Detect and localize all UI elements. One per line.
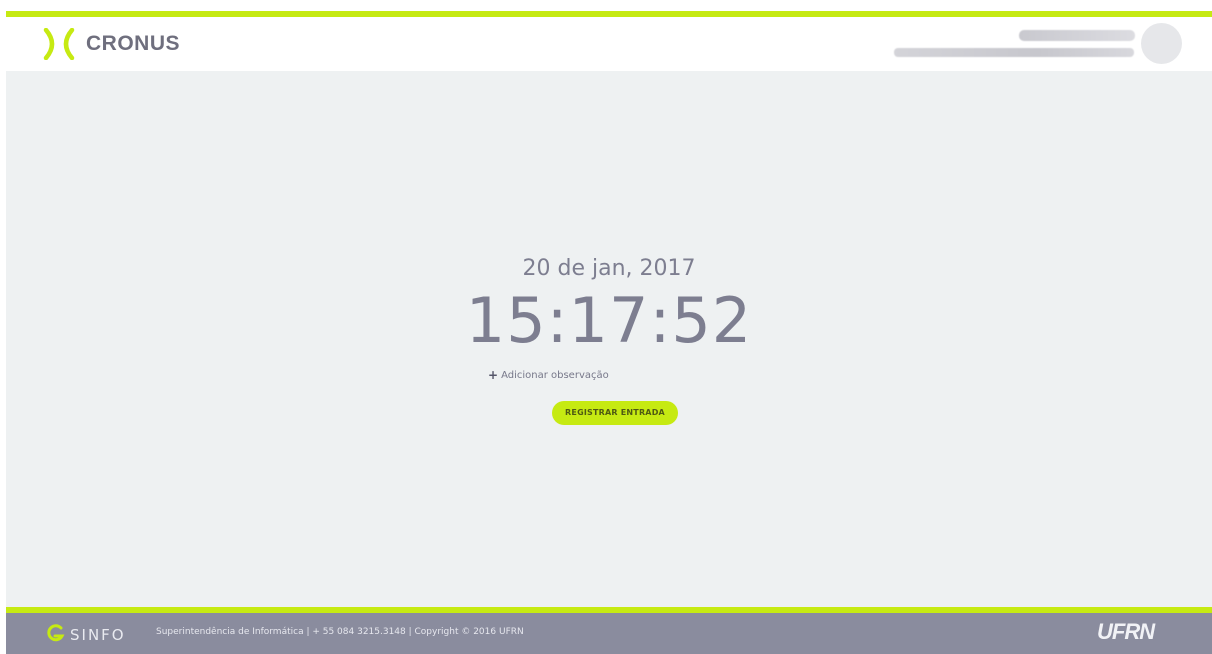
sinfo-logo-icon — [44, 623, 66, 647]
register-entry-button[interactable]: REGISTRAR ENTRADA — [552, 401, 678, 425]
app-frame: CRONUS 20 de jan, 2017 15:17:52 + Adicio… — [6, 11, 1212, 654]
header: CRONUS — [6, 17, 1212, 71]
add-note-label: Adicionar observação — [501, 369, 609, 381]
sinfo-logo: SINFO — [44, 623, 126, 647]
user-details-redacted — [894, 48, 1134, 57]
plus-icon: + — [488, 368, 499, 382]
user-name-redacted — [1019, 30, 1135, 41]
app-logo[interactable]: CRONUS — [42, 27, 180, 61]
user-avatar[interactable] — [1141, 23, 1182, 64]
sinfo-label: SINFO — [70, 626, 126, 644]
ufrn-logo: UFRN — [1097, 619, 1155, 644]
main-content: 20 de jan, 2017 15:17:52 + Adicionar obs… — [6, 71, 1212, 607]
add-note-link[interactable]: + Adicionar observação — [488, 368, 609, 382]
current-date: 20 de jan, 2017 — [522, 256, 696, 281]
cronus-logo-icon — [42, 28, 78, 60]
footer: SINFO Superintendência de Informática | … — [6, 613, 1212, 654]
footer-info-text: Superintendência de Informática | + 55 0… — [156, 627, 524, 637]
current-time: 15:17:52 — [465, 284, 753, 357]
app-name: CRONUS — [86, 32, 181, 55]
